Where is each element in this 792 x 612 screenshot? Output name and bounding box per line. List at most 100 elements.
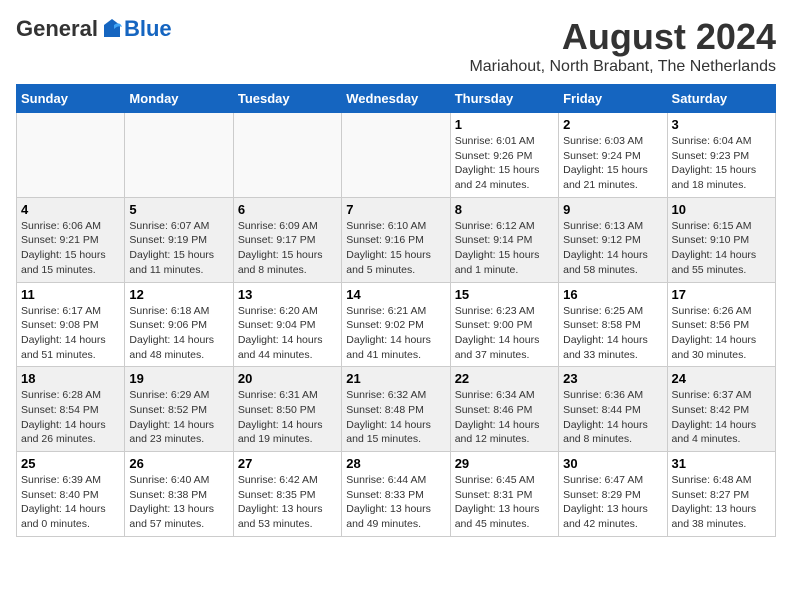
calendar-day-cell	[125, 113, 233, 198]
calendar-day-cell: 21 Sunrise: 6:32 AMSunset: 8:48 PMDayligh…	[342, 367, 450, 452]
calendar-day-cell: 15 Sunrise: 6:23 AMSunset: 9:00 PMDayligh…	[450, 282, 558, 367]
calendar-week-row: 4Sunrise: 6:06 AMSunset: 9:21 PMDaylight…	[17, 197, 776, 282]
calendar-header-tuesday: Tuesday	[233, 85, 341, 113]
day-number: 21	[346, 371, 445, 386]
calendar-day-cell: 2 Sunrise: 6:03 AMSunset: 9:24 PMDaylight…	[559, 113, 667, 198]
calendar-table: SundayMondayTuesdayWednesdayThursdayFrid…	[16, 84, 776, 537]
day-info: Sunrise: 6:42 AMSunset: 8:35 PMDaylight:…	[238, 473, 337, 532]
logo-general-text: General	[16, 16, 98, 42]
day-number: 8	[455, 202, 554, 217]
calendar-header-row: SundayMondayTuesdayWednesdayThursdayFrid…	[17, 85, 776, 113]
day-info: Sunrise: 6:13 AMSunset: 9:12 PMDaylight:…	[563, 219, 662, 278]
day-number: 2	[563, 117, 662, 132]
calendar-day-cell	[342, 113, 450, 198]
calendar-day-cell: 30 Sunrise: 6:47 AMSunset: 8:29 PMDayligh…	[559, 452, 667, 537]
day-info: Sunrise: 6:07 AMSunset: 9:19 PMDaylight:…	[129, 219, 228, 278]
calendar-day-cell: 13Sunrise: 6:20 AMSunset: 9:04 PMDayligh…	[233, 282, 341, 367]
calendar-week-row: 11 Sunrise: 6:17 AMSunset: 9:08 PMDayligh…	[17, 282, 776, 367]
calendar-day-cell: 12Sunrise: 6:18 AMSunset: 9:06 PMDayligh…	[125, 282, 233, 367]
calendar-day-cell: 10 Sunrise: 6:15 AMSunset: 9:10 PMDayligh…	[667, 197, 775, 282]
calendar-day-cell: 28 Sunrise: 6:44 AMSunset: 8:33 PMDayligh…	[342, 452, 450, 537]
day-info: Sunrise: 6:37 AMSunset: 8:42 PMDaylight:…	[672, 388, 771, 447]
calendar-header-saturday: Saturday	[667, 85, 775, 113]
day-info: Sunrise: 6:39 AMSunset: 8:40 PMDaylight:…	[21, 473, 120, 532]
day-info: Sunrise: 6:01 AMSunset: 9:26 PMDaylight:…	[455, 134, 554, 193]
day-info: Sunrise: 6:36 AMSunset: 8:44 PMDaylight:…	[563, 388, 662, 447]
calendar-day-cell: 4Sunrise: 6:06 AMSunset: 9:21 PMDaylight…	[17, 197, 125, 282]
calendar-header-monday: Monday	[125, 85, 233, 113]
day-number: 28	[346, 456, 445, 471]
calendar-day-cell: 23 Sunrise: 6:36 AMSunset: 8:44 PMDayligh…	[559, 367, 667, 452]
day-number: 17	[672, 287, 771, 302]
day-number: 22	[455, 371, 554, 386]
day-info: Sunrise: 6:34 AMSunset: 8:46 PMDaylight:…	[455, 388, 554, 447]
day-info: Sunrise: 6:10 AMSunset: 9:16 PMDaylight:…	[346, 219, 445, 278]
day-info: Sunrise: 6:29 AMSunset: 8:52 PMDaylight:…	[129, 388, 228, 447]
day-number: 24	[672, 371, 771, 386]
day-number: 1	[455, 117, 554, 132]
day-number: 14	[346, 287, 445, 302]
calendar-day-cell: 29Sunrise: 6:45 AMSunset: 8:31 PMDayligh…	[450, 452, 558, 537]
calendar-day-cell: 14 Sunrise: 6:21 AMSunset: 9:02 PMDayligh…	[342, 282, 450, 367]
calendar-week-row: 1 Sunrise: 6:01 AMSunset: 9:26 PMDaylight…	[17, 113, 776, 198]
day-number: 15	[455, 287, 554, 302]
day-number: 31	[672, 456, 771, 471]
day-number: 29	[455, 456, 554, 471]
day-info: Sunrise: 6:03 AMSunset: 9:24 PMDaylight:…	[563, 134, 662, 193]
calendar-day-cell: 11 Sunrise: 6:17 AMSunset: 9:08 PMDayligh…	[17, 282, 125, 367]
day-number: 16	[563, 287, 662, 302]
day-number: 6	[238, 202, 337, 217]
calendar-header-wednesday: Wednesday	[342, 85, 450, 113]
day-info: Sunrise: 6:12 AMSunset: 9:14 PMDaylight:…	[455, 219, 554, 278]
calendar-day-cell: 22 Sunrise: 6:34 AMSunset: 8:46 PMDayligh…	[450, 367, 558, 452]
day-number: 7	[346, 202, 445, 217]
day-info: Sunrise: 6:47 AMSunset: 8:29 PMDaylight:…	[563, 473, 662, 532]
calendar-day-cell: 25 Sunrise: 6:39 AMSunset: 8:40 PMDayligh…	[17, 452, 125, 537]
calendar-day-cell: 20 Sunrise: 6:31 AMSunset: 8:50 PMDayligh…	[233, 367, 341, 452]
day-number: 18	[21, 371, 120, 386]
calendar-day-cell: 9 Sunrise: 6:13 AMSunset: 9:12 PMDaylight…	[559, 197, 667, 282]
day-number: 23	[563, 371, 662, 386]
day-number: 20	[238, 371, 337, 386]
calendar-day-cell	[17, 113, 125, 198]
calendar-day-cell: 16 Sunrise: 6:25 AMSunset: 8:58 PMDayligh…	[559, 282, 667, 367]
calendar-day-cell: 17Sunrise: 6:26 AMSunset: 8:56 PMDayligh…	[667, 282, 775, 367]
calendar-week-row: 25 Sunrise: 6:39 AMSunset: 8:40 PMDayligh…	[17, 452, 776, 537]
logo-icon	[100, 17, 124, 41]
calendar-day-cell: 26Sunrise: 6:40 AMSunset: 8:38 PMDayligh…	[125, 452, 233, 537]
day-info: Sunrise: 6:25 AMSunset: 8:58 PMDaylight:…	[563, 304, 662, 363]
day-info: Sunrise: 6:17 AMSunset: 9:08 PMDaylight:…	[21, 304, 120, 363]
logo-blue-text: Blue	[124, 16, 172, 42]
day-number: 12	[129, 287, 228, 302]
day-info: Sunrise: 6:23 AMSunset: 9:00 PMDaylight:…	[455, 304, 554, 363]
calendar-day-cell: 1 Sunrise: 6:01 AMSunset: 9:26 PMDaylight…	[450, 113, 558, 198]
day-info: Sunrise: 6:40 AMSunset: 8:38 PMDaylight:…	[129, 473, 228, 532]
calendar-day-cell: 5 Sunrise: 6:07 AMSunset: 9:19 PMDaylight…	[125, 197, 233, 282]
day-number: 10	[672, 202, 771, 217]
day-info: Sunrise: 6:04 AMSunset: 9:23 PMDaylight:…	[672, 134, 771, 193]
location-subtitle: Mariahout, North Brabant, The Netherland…	[469, 58, 776, 76]
day-number: 25	[21, 456, 120, 471]
day-number: 19	[129, 371, 228, 386]
day-number: 5	[129, 202, 228, 217]
day-number: 30	[563, 456, 662, 471]
calendar-day-cell: 6Sunrise: 6:09 AMSunset: 9:17 PMDaylight…	[233, 197, 341, 282]
calendar-day-cell: 31Sunrise: 6:48 AMSunset: 8:27 PMDayligh…	[667, 452, 775, 537]
day-info: Sunrise: 6:32 AMSunset: 8:48 PMDaylight:…	[346, 388, 445, 447]
day-number: 3	[672, 117, 771, 132]
day-info: Sunrise: 6:15 AMSunset: 9:10 PMDaylight:…	[672, 219, 771, 278]
day-info: Sunrise: 6:44 AMSunset: 8:33 PMDaylight:…	[346, 473, 445, 532]
calendar-header-friday: Friday	[559, 85, 667, 113]
day-number: 27	[238, 456, 337, 471]
title-area: August 2024 Mariahout, North Brabant, Th…	[469, 16, 776, 76]
calendar-day-cell: 7 Sunrise: 6:10 AMSunset: 9:16 PMDaylight…	[342, 197, 450, 282]
calendar-day-cell: 24 Sunrise: 6:37 AMSunset: 8:42 PMDayligh…	[667, 367, 775, 452]
day-number: 9	[563, 202, 662, 217]
day-info: Sunrise: 6:31 AMSunset: 8:50 PMDaylight:…	[238, 388, 337, 447]
calendar-header-thursday: Thursday	[450, 85, 558, 113]
page-header: General Blue August 2024 Mariahout, Nort…	[16, 16, 776, 76]
day-number: 11	[21, 287, 120, 302]
day-number: 4	[21, 202, 120, 217]
calendar-day-cell: 19 Sunrise: 6:29 AMSunset: 8:52 PMDayligh…	[125, 367, 233, 452]
day-info: Sunrise: 6:21 AMSunset: 9:02 PMDaylight:…	[346, 304, 445, 363]
